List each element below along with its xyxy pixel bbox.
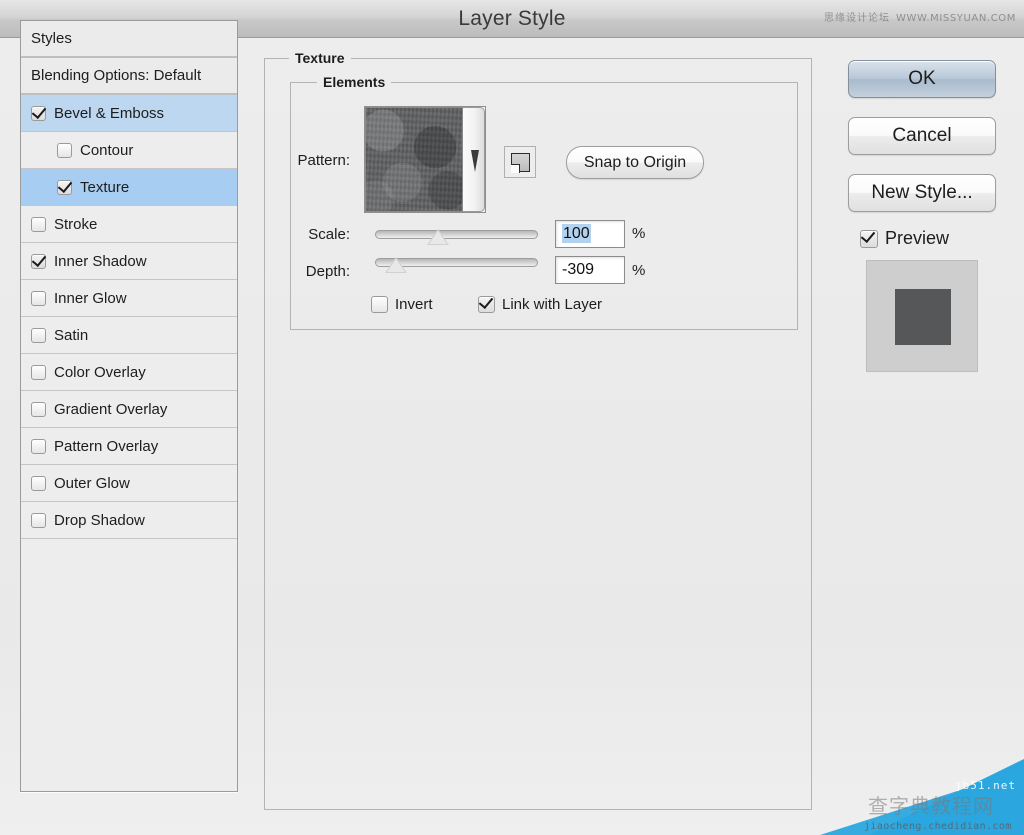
sidebar-item-label: Inner Shadow: [54, 253, 147, 270]
sidebar-item-label: Drop Shadow: [54, 512, 145, 529]
sidebar-item-label: Color Overlay: [54, 364, 146, 381]
sidebar-item-satin[interactable]: Satin: [21, 317, 237, 354]
effect-checkbox[interactable]: [31, 217, 46, 232]
pattern-thumbnail[interactable]: [365, 107, 463, 212]
preview-label: Preview: [885, 228, 949, 249]
top-watermark-cn: 思缘设计论坛: [824, 13, 890, 24]
styles-panel: Styles Blending Options: Default Bevel &…: [20, 20, 238, 792]
blending-options-label: Blending Options: Default: [31, 67, 201, 84]
styles-header-label: Styles: [31, 30, 72, 47]
sidebar-item-label: Inner Glow: [54, 290, 127, 307]
snap-to-origin-icon[interactable]: [504, 146, 536, 178]
effect-checkbox[interactable]: [57, 180, 72, 195]
sidebar-item-drop-shadow[interactable]: Drop Shadow: [21, 502, 237, 539]
effect-checkbox[interactable]: [31, 106, 46, 121]
invert-label: Invert: [395, 296, 433, 313]
sidebar-item-outer-glow[interactable]: Outer Glow: [21, 465, 237, 502]
effect-checkbox[interactable]: [31, 402, 46, 417]
cancel-button[interactable]: Cancel: [848, 117, 996, 155]
depth-slider-track[interactable]: [375, 258, 538, 267]
depth-slider-thumb[interactable]: [385, 257, 407, 273]
styles-list-empty-area: [21, 539, 237, 791]
effect-checkbox[interactable]: [31, 513, 46, 528]
sidebar-item-texture[interactable]: Texture: [21, 169, 237, 206]
depth-unit: %: [632, 262, 645, 279]
scale-unit: %: [632, 225, 645, 242]
preview-thumbnail: [866, 260, 978, 372]
sidebar-item-inner-shadow[interactable]: Inner Shadow: [21, 243, 237, 280]
scale-slider-track[interactable]: [375, 230, 538, 239]
sidebar-item-label: Satin: [54, 327, 88, 344]
effect-checkbox[interactable]: [31, 476, 46, 491]
scale-input[interactable]: 100: [555, 220, 625, 248]
sidebar-item-label: Outer Glow: [54, 475, 130, 492]
preview-shape: [895, 289, 951, 345]
sidebar-item-pattern-overlay[interactable]: Pattern Overlay: [21, 428, 237, 465]
snap-to-origin-button[interactable]: Snap to Origin: [566, 146, 704, 179]
sidebar-item-label: Gradient Overlay: [54, 401, 167, 418]
scale-slider-thumb[interactable]: [427, 229, 449, 245]
invert-checkbox[interactable]: [371, 296, 388, 313]
sidebar-item-gradient-overlay[interactable]: Gradient Overlay: [21, 391, 237, 428]
depth-input[interactable]: -309: [555, 256, 625, 284]
sidebar-item-bevel-emboss[interactable]: Bevel & Emboss: [21, 95, 237, 132]
preview-checkbox[interactable]: [860, 230, 878, 248]
effect-checkbox[interactable]: [31, 328, 46, 343]
scale-value: 100: [562, 224, 591, 243]
sidebar-item-label: Texture: [80, 179, 129, 196]
sidebar-item-blending-options[interactable]: Blending Options: Default: [21, 58, 237, 95]
top-watermark-url: WWW.MISSYUAN.COM: [896, 13, 1016, 24]
sidebar-item-label: Bevel & Emboss: [54, 105, 164, 122]
link-with-layer-label: Link with Layer: [502, 296, 602, 313]
effect-checkbox[interactable]: [57, 143, 72, 158]
styles-list-header[interactable]: Styles: [21, 21, 237, 58]
scale-label: Scale:: [240, 226, 350, 243]
chevron-down-icon[interactable]: [463, 107, 485, 212]
elements-group-title: Elements: [317, 74, 391, 90]
link-with-layer-checkbox-row[interactable]: Link with Layer: [478, 296, 602, 313]
sidebar-item-label: Pattern Overlay: [54, 438, 158, 455]
sidebar-item-label: Stroke: [54, 216, 97, 233]
new-style-button[interactable]: New Style...: [848, 174, 996, 212]
link-with-layer-checkbox[interactable]: [478, 296, 495, 313]
ok-button[interactable]: OK: [848, 60, 996, 98]
texture-group-title: Texture: [289, 50, 351, 66]
sidebar-item-contour[interactable]: Contour: [21, 132, 237, 169]
effect-checkbox[interactable]: [31, 291, 46, 306]
pattern-swatch[interactable]: [364, 106, 486, 213]
depth-value: -309: [562, 261, 594, 278]
sidebar-item-stroke[interactable]: Stroke: [21, 206, 237, 243]
invert-checkbox-row[interactable]: Invert: [371, 296, 433, 313]
top-watermark: 思缘设计论坛 WWW.MISSYUAN.COM: [824, 9, 1016, 24]
preview-checkbox-row[interactable]: Preview: [860, 228, 949, 249]
pattern-label: Pattern:: [240, 152, 350, 169]
sidebar-item-label: Contour: [80, 142, 133, 159]
effect-checkbox[interactable]: [31, 439, 46, 454]
styles-effect-list: Bevel & Emboss Contour Texture Stroke Inner …: [21, 95, 237, 539]
sidebar-item-color-overlay[interactable]: Color Overlay: [21, 354, 237, 391]
effect-checkbox[interactable]: [31, 365, 46, 380]
depth-label: Depth:: [240, 263, 350, 280]
sidebar-item-inner-glow[interactable]: Inner Glow: [21, 280, 237, 317]
effect-checkbox[interactable]: [31, 254, 46, 269]
